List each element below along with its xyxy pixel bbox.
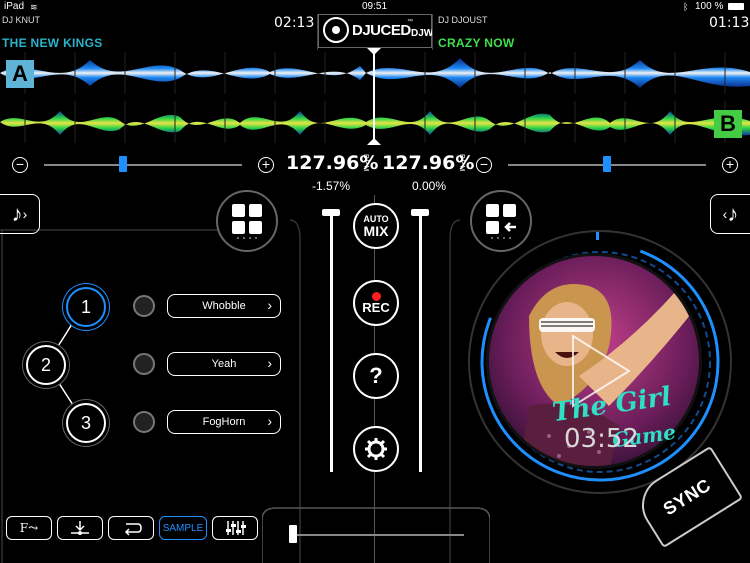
chevron-right-icon: › — [267, 355, 272, 371]
logo-tm: ™ — [407, 19, 413, 25]
deck-a-pitch-knob[interactable] — [119, 156, 128, 172]
deck-a-bpm: 127.96 — [286, 152, 360, 174]
eq-button[interactable] — [212, 516, 258, 540]
playhead-top-marker — [367, 48, 381, 55]
deck-b-dj-name: DJ DJOUST — [438, 15, 488, 25]
battery-label: 100 % — [695, 1, 724, 12]
deck-b-volume-handle[interactable] — [411, 209, 429, 216]
deck-a-library-button[interactable]: ♪ › — [0, 194, 40, 234]
crossfader-handle[interactable] — [289, 525, 298, 543]
deck-b-track-title: CRAZY NOW — [438, 36, 515, 50]
help-button[interactable]: ? — [353, 353, 399, 399]
sampler-bank-2[interactable]: 2 — [26, 345, 66, 385]
grid-icon — [232, 204, 262, 239]
sampler-bank-3[interactable]: 3 — [66, 403, 106, 443]
clock: 09:51 — [362, 1, 388, 12]
gear-icon — [365, 438, 387, 460]
deck-a-volume-handle[interactable] — [322, 209, 340, 216]
deck-a-pads-button[interactable] — [216, 190, 278, 252]
fx-button[interactable]: F⤳ — [6, 516, 52, 540]
deck-b-volume-fader[interactable] — [419, 212, 422, 472]
logo-suffix: DJW — [411, 28, 434, 39]
deck-a-volume-fader[interactable] — [330, 212, 333, 472]
deck-b-remaining-time: 03:52 — [564, 424, 639, 454]
sample-1-trigger[interactable] — [133, 295, 155, 317]
equalizer-icon — [226, 521, 246, 535]
download-marker-icon — [71, 521, 89, 535]
sample-3-select[interactable]: FogHorn › — [167, 410, 281, 434]
chevron-right-icon: › — [267, 413, 272, 429]
deck-b-bpm-unit: BPM — [458, 154, 465, 173]
deck-a-pitch-percent: -1.57% — [312, 179, 351, 193]
wifi-icon: ≋ — [30, 2, 38, 12]
deck-b-library-button[interactable]: ‹ ♪ — [710, 194, 750, 234]
logo-disc-icon — [323, 17, 349, 43]
deck-b-pitch-minus-button[interactable]: − — [476, 157, 492, 173]
crossfader-track[interactable] — [290, 534, 464, 536]
grid-back-icon — [486, 204, 516, 239]
djuced-logo: DJUCED ™ DJW — [318, 14, 434, 48]
deck-a-pitch-track[interactable] — [44, 164, 242, 166]
deck-b-elapsed: 01:13 — [709, 15, 750, 31]
sample-1-select[interactable]: Whobble › — [167, 294, 281, 318]
logo-brand: DJUCED — [352, 22, 411, 39]
fx-icon: F⤳ — [19, 521, 39, 535]
sample-tab-button[interactable]: SAMPLE — [159, 516, 207, 540]
deck-b-badge: B — [714, 110, 742, 138]
record-button[interactable]: REC — [353, 280, 399, 326]
platter-position-marker — [596, 232, 599, 240]
deck-a-track-title: THE NEW KINGS — [2, 36, 103, 50]
deck-a-elapsed: 02:13 — [274, 15, 315, 31]
deck-a-pitch-minus-button[interactable]: − — [12, 157, 28, 173]
deck-a-dj-name: DJ KNUT — [2, 15, 40, 25]
settings-button[interactable] — [353, 426, 399, 472]
music-note-icon: ♪ — [11, 201, 23, 226]
deck-a-bpm-unit: BPM — [362, 154, 369, 173]
music-note-icon: ♪ — [727, 201, 739, 226]
auto-mix-button[interactable]: AUTO MIX — [353, 203, 399, 249]
sample-2-select[interactable]: Yeah › — [167, 352, 281, 376]
deck-a-waveform[interactable] — [0, 52, 750, 94]
deck-b-bpm: 127.96 — [382, 152, 456, 174]
deck-a-badge: A — [6, 60, 34, 88]
bluetooth-icon: ᛒ — [683, 2, 689, 12]
deck-a-pitch-plus-button[interactable]: + — [258, 157, 274, 173]
status-bar: iPad ≋ 09:51 ᛒ 100 % — [0, 0, 750, 14]
loop-icon — [124, 523, 142, 536]
chevron-right-icon: › — [267, 297, 272, 313]
cue-button[interactable] — [57, 516, 103, 540]
sample-3-trigger[interactable] — [133, 411, 155, 433]
deck-b-pitch-knob[interactable] — [603, 156, 611, 172]
playhead-bottom-marker — [367, 138, 381, 145]
playhead — [373, 50, 375, 144]
sample-2-trigger[interactable] — [133, 353, 155, 375]
loop-button[interactable] — [108, 516, 154, 540]
deck-b-waveform[interactable] — [0, 101, 750, 143]
device-label: iPad — [4, 1, 25, 12]
deck-b-pitch-plus-button[interactable]: + — [722, 157, 738, 173]
battery-icon — [728, 3, 744, 10]
help-icon: ? — [369, 363, 383, 388]
sampler-bank-1[interactable]: 1 — [66, 287, 106, 327]
